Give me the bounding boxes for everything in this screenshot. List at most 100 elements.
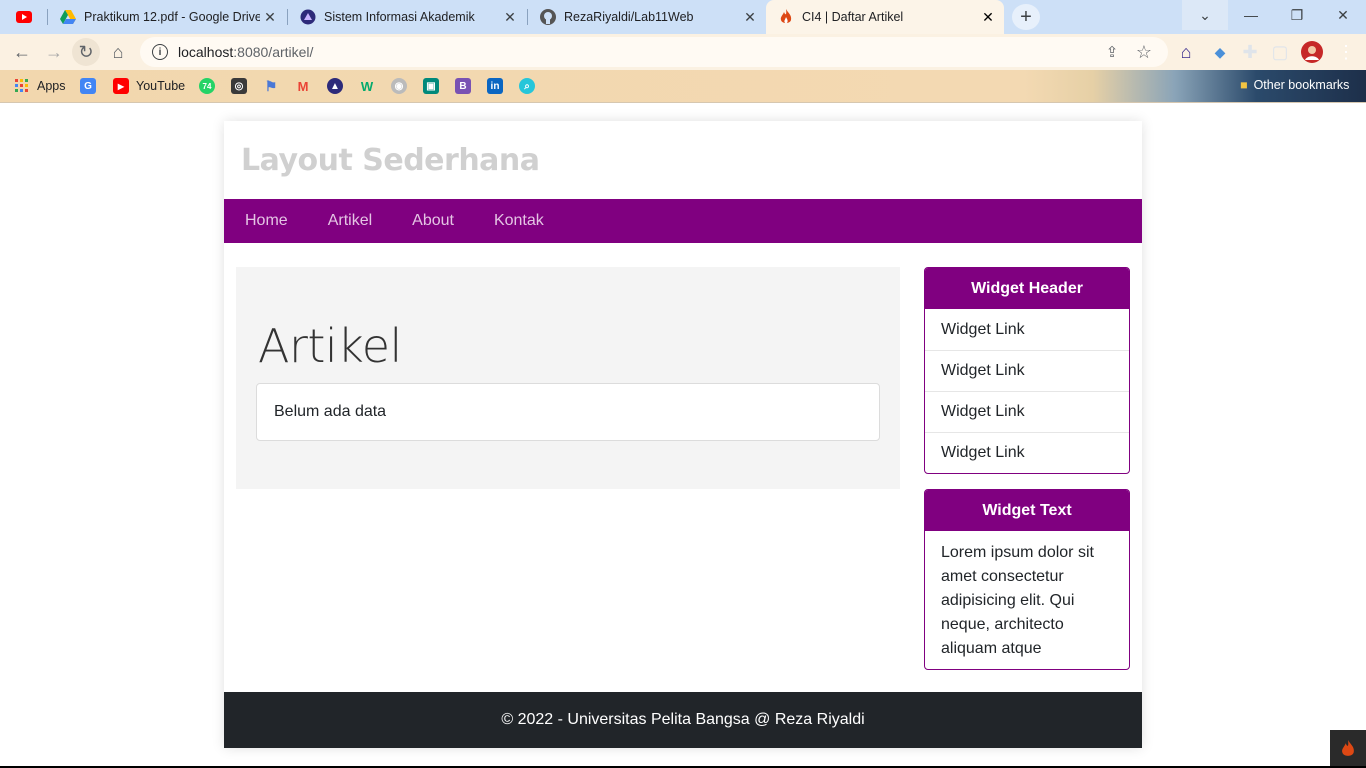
tab-search-button[interactable]: ⌄ <box>1182 0 1228 30</box>
forward-arrow-icon[interactable]: → <box>40 38 68 66</box>
widget-text: Widget Text Lorem ipsum dolor sit amet c… <box>924 489 1130 670</box>
bookmark-gmail[interactable]: M <box>295 77 311 95</box>
bookmark-campus[interactable]: ▲ <box>327 77 343 95</box>
close-icon[interactable]: ✕ <box>740 9 760 26</box>
tab-youtube[interactable] <box>4 0 44 34</box>
reload-icon[interactable]: ↻ <box>72 38 100 66</box>
bookmark-bootstrap[interactable]: B <box>455 77 471 95</box>
other-bookmarks-label: Other bookmarks <box>1253 78 1350 92</box>
widget-link[interactable]: Widget Link <box>925 350 1129 391</box>
codeigniter-debug-toolbar-icon[interactable] <box>1330 730 1366 768</box>
folder-icon: ■ <box>1240 78 1248 92</box>
site-header: Layout Sederhana <box>224 121 1142 199</box>
url-path: :8080/artikel/ <box>233 44 314 60</box>
bookmark-search-app[interactable]: ⌕ <box>519 77 535 95</box>
campus-logo-icon <box>300 9 316 25</box>
youtube-icon: ▶ <box>113 78 129 94</box>
widget-links: Widget Header Widget Link Widget Link Wi… <box>924 267 1130 474</box>
bookmarks-bar: Apps G ▶ YouTube 74 ◎ ⚑ M ▲ W ◉ ▣ B in ⌕… <box>0 70 1366 102</box>
youtube-icon <box>16 9 32 25</box>
close-icon[interactable]: ✕ <box>978 9 998 26</box>
close-icon[interactable]: ✕ <box>500 9 520 26</box>
bookmark-whatsapp[interactable]: 74 <box>199 77 215 95</box>
google-drive-icon <box>60 9 76 25</box>
bookmark-meet[interactable]: ▣ <box>423 77 439 95</box>
other-bookmarks[interactable]: ■ Other bookmarks <box>1240 78 1349 92</box>
bookmark-translate[interactable]: G <box>80 77 96 95</box>
back-arrow-icon[interactable]: ← <box>8 38 36 66</box>
minimize-button[interactable]: — <box>1228 0 1274 30</box>
bookmark-github-gray[interactable]: ◎ <box>231 77 247 95</box>
google-meet-icon: ▣ <box>423 78 439 94</box>
tab-label: CI4 | Daftar Artikel <box>802 10 904 24</box>
extension-icon[interactable]: ⌂ <box>1172 38 1200 66</box>
tab-bar: Praktikum 12.pdf - Google Drive ✕ Sistem… <box>0 0 1366 34</box>
nav-kontak[interactable]: Kontak <box>494 212 544 230</box>
url-host: localhost <box>178 44 234 60</box>
close-icon[interactable]: ✕ <box>260 9 280 26</box>
whatsapp-icon: 74 <box>199 78 215 94</box>
home-icon[interactable]: ⌂ <box>104 38 132 66</box>
bookmark-linkedin[interactable]: in <box>487 77 503 95</box>
bookmark-star-icon[interactable]: ☆ <box>1130 38 1158 66</box>
tab-sistem-informasi[interactable]: Sistem Informasi Akademik ✕ <box>288 0 526 34</box>
restore-button[interactable]: ❐ <box>1274 0 1320 30</box>
site-title: Layout Sederhana <box>241 142 540 178</box>
bookmark-w3schools[interactable]: W <box>359 77 375 95</box>
google-translate-icon: G <box>80 78 96 94</box>
widget-link[interactable]: Widget Link <box>925 391 1129 432</box>
page-container: Layout Sederhana Home Artikel About Kont… <box>224 121 1142 748</box>
share-icon[interactable]: ⇪ <box>1098 38 1126 66</box>
extension-icon[interactable]: ◆ <box>1206 38 1234 66</box>
github-icon <box>540 9 556 25</box>
tab-label: Sistem Informasi Akademik <box>324 10 475 24</box>
tab-google-drive[interactable]: Praktikum 12.pdf - Google Drive ✕ <box>48 0 286 34</box>
linkedin-icon: in <box>487 78 503 94</box>
nav-artikel[interactable]: Artikel <box>328 212 372 230</box>
w3schools-icon: W <box>360 78 374 94</box>
site-footer: © 2022 - Universitas Pelita Bangsa @ Rez… <box>224 692 1142 748</box>
info-icon[interactable]: i <box>152 44 168 60</box>
widget-link[interactable]: Widget Link <box>925 432 1129 473</box>
github-icon: ◉ <box>391 78 407 94</box>
bookmark-label: Apps <box>37 79 66 93</box>
search-app-icon: ⌕ <box>519 78 535 94</box>
bookmark-flag[interactable]: ⚑ <box>263 77 279 95</box>
widget-body-text: Lorem ipsum dolor sit amet consectetur a… <box>941 544 1094 657</box>
footer-text: © 2022 - Universitas Pelita Bangsa @ Rez… <box>501 711 865 728</box>
gmail-icon: M <box>297 78 309 94</box>
new-tab-button[interactable]: + <box>1012 4 1040 30</box>
main-content: Artikel Belum ada data <box>236 267 900 489</box>
main-nav: Home Artikel About Kontak <box>224 199 1142 243</box>
puzzle-icon[interactable]: ✚ <box>1236 38 1264 66</box>
bookmark-youtube[interactable]: ▶ YouTube <box>113 77 185 95</box>
chrome-divider <box>0 102 1366 103</box>
close-window-button[interactable]: ✕ <box>1320 0 1366 30</box>
tab-github[interactable]: RezaRiyaldi/Lab11Web ✕ <box>528 0 766 34</box>
apps-grid-icon <box>14 78 30 94</box>
flag-icon: ⚑ <box>264 77 278 94</box>
side-panel-icon[interactable]: ▢ <box>1266 38 1294 66</box>
github-gray-icon: ◎ <box>231 78 247 94</box>
tab-label: RezaRiyaldi/Lab11Web <box>564 10 694 24</box>
widget-link[interactable]: Widget Link <box>925 309 1129 350</box>
menu-kebab-icon[interactable]: ⋮ <box>1332 38 1360 66</box>
bookmark-github[interactable]: ◉ <box>391 77 407 95</box>
widget-header: Widget Text <box>925 490 1129 531</box>
empty-message: Belum ada data <box>274 403 387 420</box>
codeigniter-icon <box>778 9 794 25</box>
campus-logo-icon: ▲ <box>327 78 343 94</box>
widget-header: Widget Header <box>925 268 1129 309</box>
page-title: Artikel <box>258 319 402 373</box>
avatar[interactable] <box>1298 38 1326 66</box>
empty-state-card: Belum ada data <box>256 383 880 441</box>
bookmark-label: YouTube <box>136 79 186 93</box>
address-bar[interactable]: i localhost:8080/artikel/ <box>140 37 1168 67</box>
tab-label: Praktikum 12.pdf - Google Drive <box>84 10 260 24</box>
bootstrap-icon: B <box>455 78 471 94</box>
browser-toolbar: ← → ↻ ⌂ i localhost:8080/artikel/ ⇪ ☆ ⌂ … <box>0 34 1366 70</box>
bookmark-apps[interactable]: Apps <box>14 77 66 95</box>
nav-about[interactable]: About <box>412 212 454 230</box>
nav-home[interactable]: Home <box>245 212 288 230</box>
tab-ci4-daftar-artikel[interactable]: CI4 | Daftar Artikel ✕ <box>766 0 1004 34</box>
